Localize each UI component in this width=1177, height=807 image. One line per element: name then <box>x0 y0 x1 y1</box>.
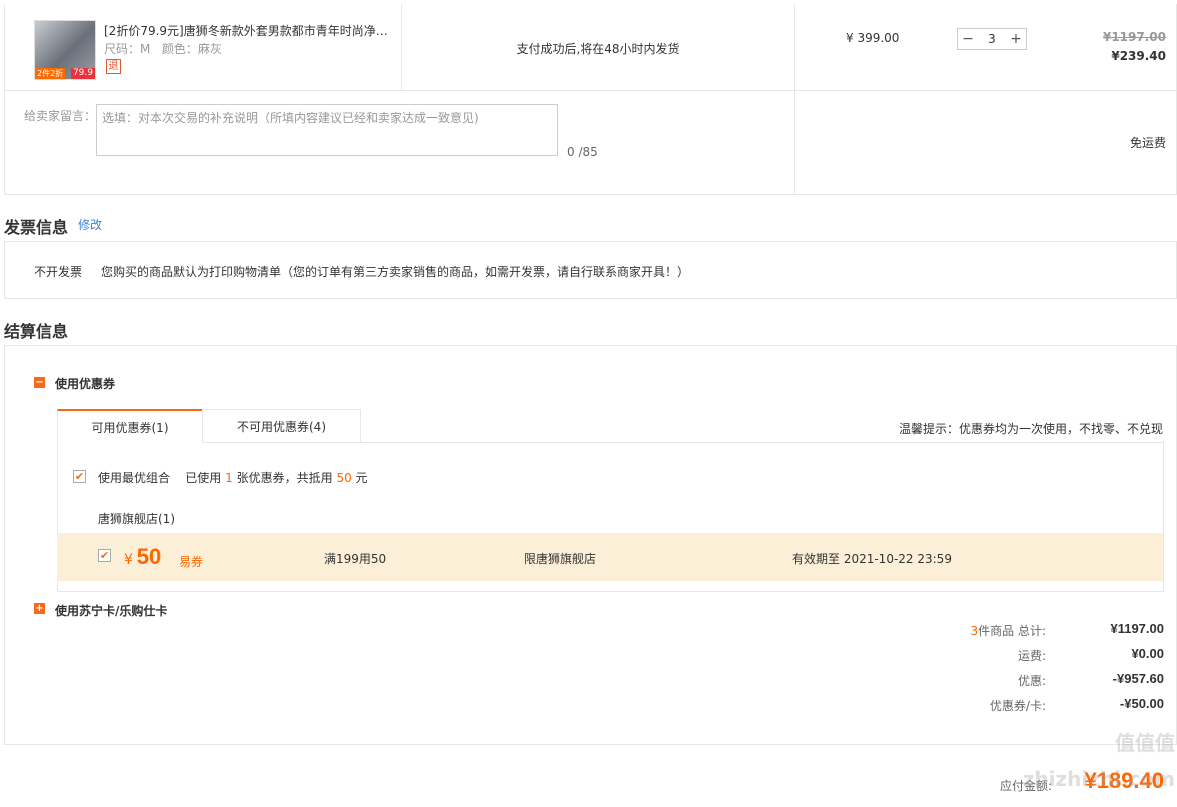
return-badge: 退 <box>106 59 121 74</box>
coupon-scope: 限唐狮旗舰店 <box>524 552 597 566</box>
summary-coupon: -¥50.00 <box>1119 696 1164 711</box>
used-suffix: 元 <box>355 471 368 485</box>
product-divider-h <box>4 90 1177 91</box>
thumb-price: 79.9 <box>70 68 95 79</box>
summary-coupon-label: 优惠券/卡: <box>989 699 1046 713</box>
used-prefix: 已使用 <box>185 471 222 485</box>
decrease-button[interactable]: − <box>962 29 974 49</box>
expand-card-icon[interactable]: + <box>34 603 45 614</box>
use-card-label[interactable]: 使用苏宁卡/乐购仕卡 <box>55 602 167 619</box>
remark-input[interactable] <box>96 104 558 156</box>
coupon-tip: 温馨提示：优惠券均为一次使用，不找零、不兑现 <box>898 422 1163 436</box>
item-total: ¥239.40 <box>1111 49 1166 63</box>
remark-label: 给卖家留言： <box>24 109 97 123</box>
settlement-title: 结算信息 <box>4 322 69 341</box>
product-thumbnail[interactable]: 2件2折 79.9 <box>34 20 96 80</box>
coupon-expiry: 有效期至 2021-10-22 23:59 <box>792 552 952 566</box>
coupon-currency: ¥ <box>124 552 133 568</box>
summary-count: 3 <box>970 624 979 638</box>
color-label: 颜色： <box>161 42 198 56</box>
coupon-value: ¥ 50 <box>124 544 161 570</box>
best-combo-label[interactable]: 使用最优组合 <box>98 471 170 485</box>
tab-available-coupons[interactable]: 可用优惠券(1) <box>57 409 203 443</box>
color-value: 麻灰 <box>197 42 222 56</box>
summary-discount: -¥957.60 <box>1112 671 1164 686</box>
used-amount: 50 <box>336 471 352 485</box>
watermark: 值值值 zhizhizhi.com <box>1022 731 1175 791</box>
quantity-value[interactable]: 3 <box>988 32 996 46</box>
product-title[interactable]: [2折价79.9元]唐狮冬新款外套男款都市青年时尚净… <box>104 22 389 39</box>
summary-freight-label: 运费: <box>1017 649 1046 663</box>
collapse-coupon-icon[interactable]: − <box>34 377 45 388</box>
product-divider-v2 <box>794 4 795 195</box>
remark-counter: 0 /85 <box>567 145 598 159</box>
used-mid: 张优惠券，共抵用 <box>236 471 333 485</box>
coupon-type: 易券 <box>179 555 204 569</box>
increase-button[interactable]: + <box>1010 29 1022 49</box>
tab-unavailable-coupons[interactable]: 不可用优惠券(4) <box>202 409 361 442</box>
use-coupon-label[interactable]: 使用优惠券 <box>55 375 115 392</box>
coupon-row[interactable] <box>57 533 1163 581</box>
freight-note: 免运费 <box>1129 136 1166 150</box>
quantity-stepper[interactable]: − 3 + <box>957 28 1027 50</box>
invoice-note: 您购买的商品默认为打印购物清单（您的订单有第三方卖家销售的商品，如需开发票，请自… <box>101 265 690 279</box>
thumb-tag: 2件2折 <box>35 68 66 79</box>
used-count: 1 <box>225 471 233 485</box>
summary-discount-label: 优惠: <box>1017 674 1046 688</box>
store-group-label: 唐狮旗舰店(1) <box>98 512 175 526</box>
summary-freight: ¥0.00 <box>1131 646 1164 661</box>
coupon-amount: 50 <box>136 544 162 569</box>
invoice-type: 不开发票 <box>34 265 83 279</box>
shipping-note: 支付成功后,将在48小时内发货 <box>516 42 680 56</box>
coupon-condition: 满199用50 <box>324 552 387 566</box>
best-combo-checkbox[interactable]: ✔ <box>73 470 86 483</box>
summary-total: ¥1197.00 <box>1110 621 1164 636</box>
unit-price: ¥ 399.00 <box>846 31 900 45</box>
invoice-edit-link[interactable]: 修改 <box>78 216 102 233</box>
summary-count-row: 3件商品 总计: <box>846 622 1047 639</box>
invoice-title: 发票信息 <box>4 218 69 237</box>
coupon-checkbox[interactable]: ✔ <box>98 549 111 562</box>
original-total: ¥1197.00 <box>1102 30 1166 44</box>
summary-count-label: 件商品 总计: <box>978 624 1046 638</box>
product-specs: 尺码：M 颜色：麻灰 <box>104 40 222 57</box>
best-combo-summary: 使用最优组合 已使用 1 张优惠券，共抵用 50 元 <box>98 469 368 486</box>
size-value: M <box>140 42 151 56</box>
size-label: 尺码： <box>104 42 141 56</box>
